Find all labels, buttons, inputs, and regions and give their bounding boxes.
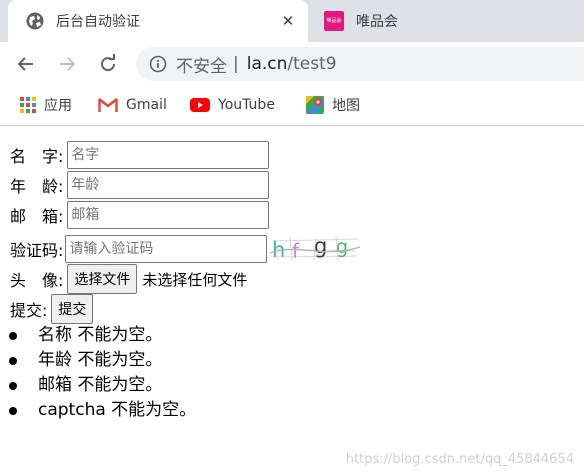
bookmark-label: 应用 <box>44 98 72 114</box>
submit-label: 提交: <box>10 301 48 320</box>
tab-title: 后台自动验证 <box>56 14 140 30</box>
tab-inactive[interactable]: 唯品会 唯品会 <box>318 0 518 42</box>
arrow-left-icon <box>17 57 33 71</box>
bookmark-youtube[interactable]: YouTube <box>190 86 275 124</box>
bookmark-label: YouTube <box>218 97 275 113</box>
bullet-icon <box>9 332 17 340</box>
info-icon[interactable] <box>149 55 167 73</box>
captcha-glyph: f <box>292 239 300 263</box>
maps-icon <box>306 96 324 114</box>
captcha-row: 验证码: h f g g <box>10 234 361 264</box>
address-bar[interactable]: 不安全 | la.cn/test9 <box>136 47 584 81</box>
tab-strip: 后台自动验证 ✕ 唯品会 唯品会 <box>0 0 584 42</box>
bullet-icon <box>9 357 17 365</box>
error-item: captcha 不能为空。 <box>0 398 196 423</box>
bookmark-label: Gmail <box>126 97 167 113</box>
vip-favicon-icon: 唯品会 <box>324 11 344 31</box>
name-input[interactable] <box>67 141 270 169</box>
error-list: 名称 不能为空。 年龄 不能为空。 邮箱 不能为空。 captcha 不能为空。 <box>0 323 196 423</box>
error-text: 年龄 不能为空。 <box>38 350 163 370</box>
name-row: 名 字: <box>10 140 270 170</box>
email-row: 邮 箱: <box>10 200 270 230</box>
bookmarks-bar: 应用 Gmail YouTube 地图 <box>0 86 584 126</box>
captcha-glyph: g <box>336 236 348 258</box>
file-status: 未选择任何文件 <box>142 270 248 289</box>
apps-grid-icon <box>20 97 36 113</box>
forward-button[interactable] <box>53 50 81 78</box>
reload-button[interactable] <box>94 50 122 78</box>
captcha-glyph: g <box>314 235 327 258</box>
captcha-input[interactable] <box>65 235 268 263</box>
email-label: 邮 箱: <box>10 207 64 226</box>
error-text: 邮箱 不能为空。 <box>38 375 163 395</box>
watermark: https://blog.csdn.net/qq_45844654 <box>345 452 574 467</box>
close-tab-icon[interactable]: ✕ <box>278 11 298 31</box>
reload-icon <box>101 54 116 72</box>
bullet-icon <box>9 382 17 390</box>
avatar-row: 头 像: 选择文件 未选择任何文件 <box>10 264 247 294</box>
age-input[interactable] <box>67 171 270 199</box>
bullet-icon <box>9 407 17 415</box>
avatar-label: 头 像: <box>10 271 64 290</box>
submit-row: 提交: 提交 <box>10 294 94 324</box>
browser-toolbar: 不安全 | la.cn/test9 <box>0 42 584 86</box>
bookmark-label: 地图 <box>332 98 360 114</box>
choose-file-button[interactable]: 选择文件 <box>67 264 138 294</box>
page-content: 名 字: 年 龄: 邮 箱: 验证码: h f g g 头 像: 选择文件 未选… <box>0 128 584 475</box>
gmail-icon <box>98 98 118 112</box>
tab-active[interactable]: 后台自动验证 ✕ <box>8 0 308 42</box>
youtube-icon <box>190 98 210 112</box>
age-label: 年 龄: <box>10 177 64 196</box>
error-item: 年龄 不能为空。 <box>0 348 196 373</box>
bookmark-apps[interactable]: 应用 <box>20 86 72 124</box>
name-label: 名 字: <box>10 147 64 166</box>
error-text: captcha 不能为空。 <box>38 400 197 420</box>
captcha-label: 验证码: <box>10 241 64 260</box>
address-separator: | <box>233 54 239 74</box>
back-button[interactable] <box>12 50 40 78</box>
url-path: /test9 <box>287 54 337 74</box>
bookmark-gmail[interactable]: Gmail <box>98 86 167 124</box>
globe-icon <box>26 12 44 30</box>
arrow-right-icon <box>60 57 76 71</box>
security-label: 不安全 <box>176 56 227 77</box>
url-host: la.cn <box>246 54 288 74</box>
submit-button[interactable]: 提交 <box>51 294 94 324</box>
tab-title: 唯品会 <box>356 14 398 30</box>
bookmark-maps[interactable]: 地图 <box>306 86 360 124</box>
error-item: 邮箱 不能为空。 <box>0 373 196 398</box>
error-item: 名称 不能为空。 <box>0 323 196 348</box>
error-text: 名称 不能为空。 <box>38 325 163 345</box>
email-input[interactable] <box>67 201 270 229</box>
age-row: 年 龄: <box>10 170 270 200</box>
captcha-image[interactable]: h f g g <box>270 235 361 263</box>
